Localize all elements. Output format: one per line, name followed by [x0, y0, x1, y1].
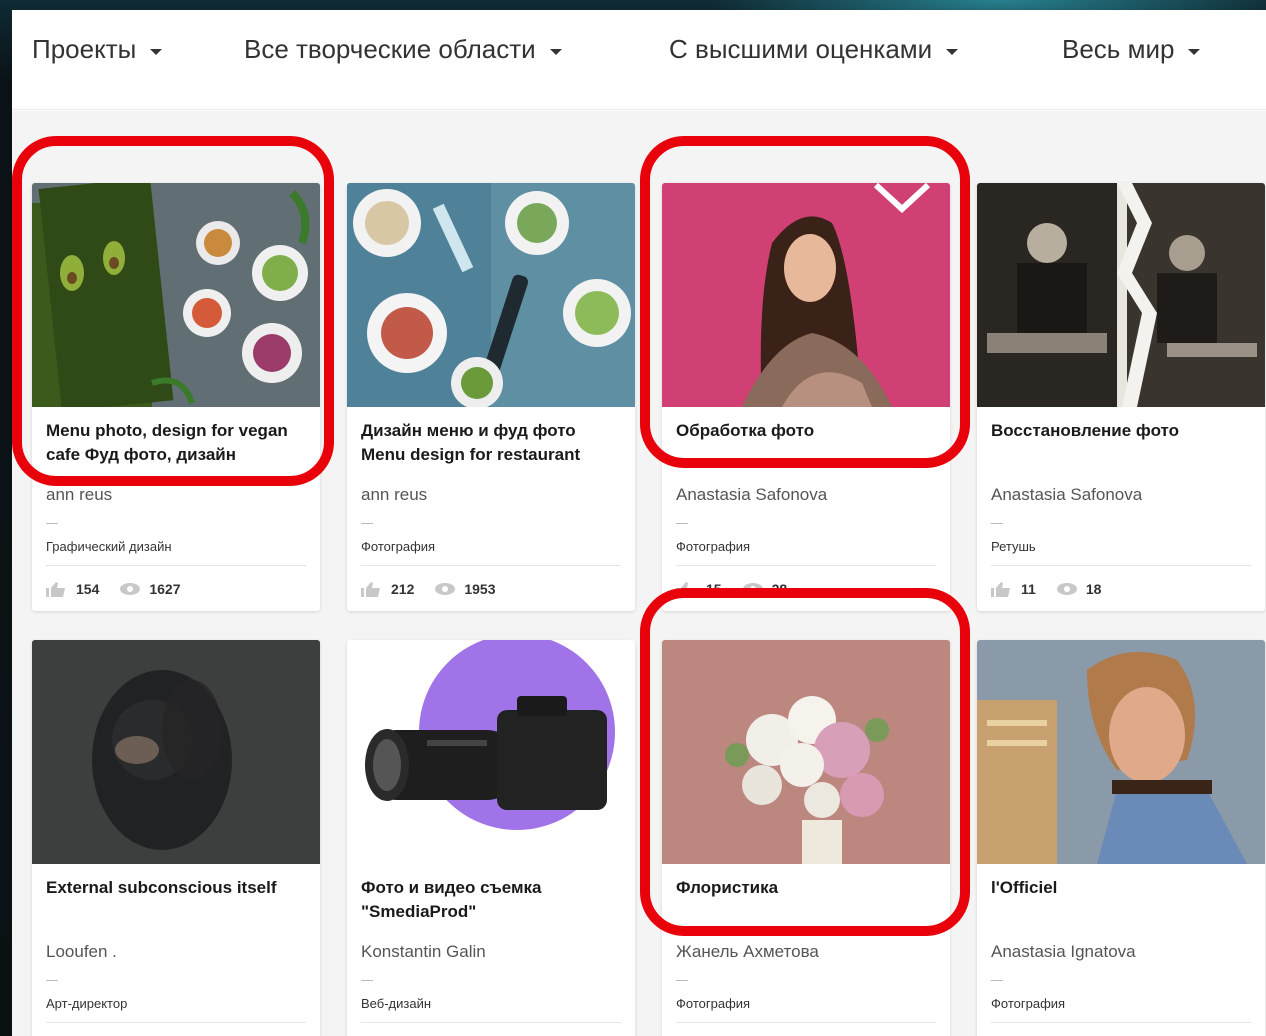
views-count: 18	[1085, 581, 1102, 597]
projects-dropdown[interactable]: Проекты	[32, 34, 163, 65]
eye-icon	[435, 583, 456, 595]
divider	[361, 523, 373, 524]
project-owner[interactable]: ann reus	[361, 485, 427, 505]
project-stats: 154 1627	[46, 581, 181, 597]
sort-dropdown-label: С высшими оценками	[669, 34, 933, 64]
project-thumbnail[interactable]	[32, 640, 320, 864]
project-owner[interactable]: Konstantin Galin	[361, 942, 486, 962]
chevron-down-icon	[1188, 48, 1201, 55]
project-field[interactable]: Графический дизайн	[46, 539, 172, 554]
location-dropdown-label: Весь мир	[1062, 34, 1175, 64]
likes-count: 154	[76, 581, 100, 597]
project-field[interactable]: Фотография	[991, 996, 1065, 1011]
divider	[46, 1022, 306, 1023]
project-owner[interactable]: Looufen .	[46, 942, 117, 962]
divider	[991, 523, 1003, 524]
project-owner[interactable]: Anastasia Ignatova	[991, 942, 1136, 962]
divider	[676, 565, 936, 566]
project-thumbnail[interactable]	[347, 183, 635, 407]
project-thumbnail[interactable]	[347, 640, 635, 864]
project-stats: 15 28	[676, 581, 787, 597]
project-card[interactable]: External subconscious itself Looufen . А…	[32, 640, 320, 1036]
divider	[46, 523, 58, 524]
project-owner[interactable]: ann reus	[46, 485, 112, 505]
project-field[interactable]: Веб-дизайн	[361, 996, 431, 1011]
project-field[interactable]: Ретушь	[991, 539, 1036, 554]
project-title[interactable]: l'Officiel	[991, 876, 1253, 900]
project-title[interactable]: Обработка фото	[676, 419, 938, 443]
project-title[interactable]: Фото и видео съемка "SmediaProd"	[361, 876, 623, 924]
thumbs-up-icon	[991, 582, 1010, 597]
eye-icon	[1056, 583, 1077, 595]
divider	[991, 980, 1003, 981]
project-card[interactable]: l'Officiel Anastasia Ignatova Фотография	[977, 640, 1265, 1036]
divider	[46, 565, 306, 566]
project-field[interactable]: Фотография	[676, 996, 750, 1011]
divider	[46, 980, 58, 981]
project-thumbnail[interactable]	[662, 183, 950, 407]
divider	[676, 523, 688, 524]
project-field[interactable]: Фотография	[676, 539, 750, 554]
chevron-down-icon	[150, 48, 163, 55]
project-thumbnail[interactable]	[662, 640, 950, 864]
eye-icon	[120, 583, 141, 595]
divider	[361, 1022, 621, 1023]
project-card[interactable]: Флористика Жанель Ахметова Фотография	[662, 640, 950, 1036]
likes-count: 15	[706, 581, 722, 597]
project-title[interactable]: Восстановление фото	[991, 419, 1253, 443]
project-card[interactable]: Фото и видео съемка "SmediaProd" Konstan…	[347, 640, 635, 1036]
project-title[interactable]: External subconscious itself	[46, 876, 308, 900]
project-card[interactable]: Восстановление фото Anastasia Safonova Р…	[977, 183, 1265, 611]
bookmark-corner-icon	[874, 183, 930, 213]
projects-dropdown-label: Проекты	[32, 34, 137, 64]
project-stats: 11 18	[991, 581, 1101, 597]
chevron-down-icon	[549, 48, 562, 55]
filter-bar: Проекты Все творческие области С высшими…	[12, 10, 1266, 110]
creative-fields-dropdown[interactable]: Все творческие области	[244, 34, 562, 65]
project-card[interactable]: Обработка фото Anastasia Safonova Фотогр…	[662, 183, 950, 611]
chevron-down-icon	[946, 48, 959, 55]
divider	[676, 980, 688, 981]
thumbs-up-icon	[676, 582, 695, 597]
project-stats: 212 1953	[361, 581, 496, 597]
thumbs-up-icon	[46, 582, 65, 597]
project-field[interactable]: Арт-директор	[46, 996, 127, 1011]
views-count: 1627	[149, 581, 181, 597]
location-dropdown[interactable]: Весь мир	[1062, 34, 1201, 65]
thumbs-up-icon	[361, 582, 380, 597]
divider	[676, 1022, 936, 1023]
project-card[interactable]: Дизайн меню и фуд фото Menu design for r…	[347, 183, 635, 611]
project-owner[interactable]: Жанель Ахметова	[676, 942, 819, 962]
project-card[interactable]: Menu photo, design for vegan cafe Фуд фо…	[32, 183, 320, 611]
eye-icon	[742, 583, 763, 595]
views-count: 1953	[464, 581, 496, 597]
divider	[361, 565, 621, 566]
divider	[991, 1022, 1251, 1023]
project-thumbnail[interactable]	[977, 640, 1265, 864]
project-thumbnail[interactable]	[977, 183, 1265, 407]
sort-dropdown[interactable]: С высшими оценками	[669, 34, 959, 65]
project-title[interactable]: Дизайн меню и фуд фото Menu design for r…	[361, 419, 623, 467]
likes-count: 11	[1021, 581, 1036, 597]
gallery-page: Проекты Все творческие области С высшими…	[12, 10, 1266, 1036]
project-field[interactable]: Фотография	[361, 539, 435, 554]
project-title[interactable]: Menu photo, design for vegan cafe Фуд фо…	[46, 419, 308, 467]
likes-count: 212	[391, 581, 415, 597]
project-title[interactable]: Флористика	[676, 876, 938, 900]
divider	[361, 980, 373, 981]
project-thumbnail[interactable]	[32, 183, 320, 407]
project-owner[interactable]: Anastasia Safonova	[676, 485, 827, 505]
views-count: 28	[771, 581, 788, 597]
divider	[991, 565, 1251, 566]
project-owner[interactable]: Anastasia Safonova	[991, 485, 1142, 505]
creative-fields-dropdown-label: Все творческие области	[244, 34, 536, 64]
